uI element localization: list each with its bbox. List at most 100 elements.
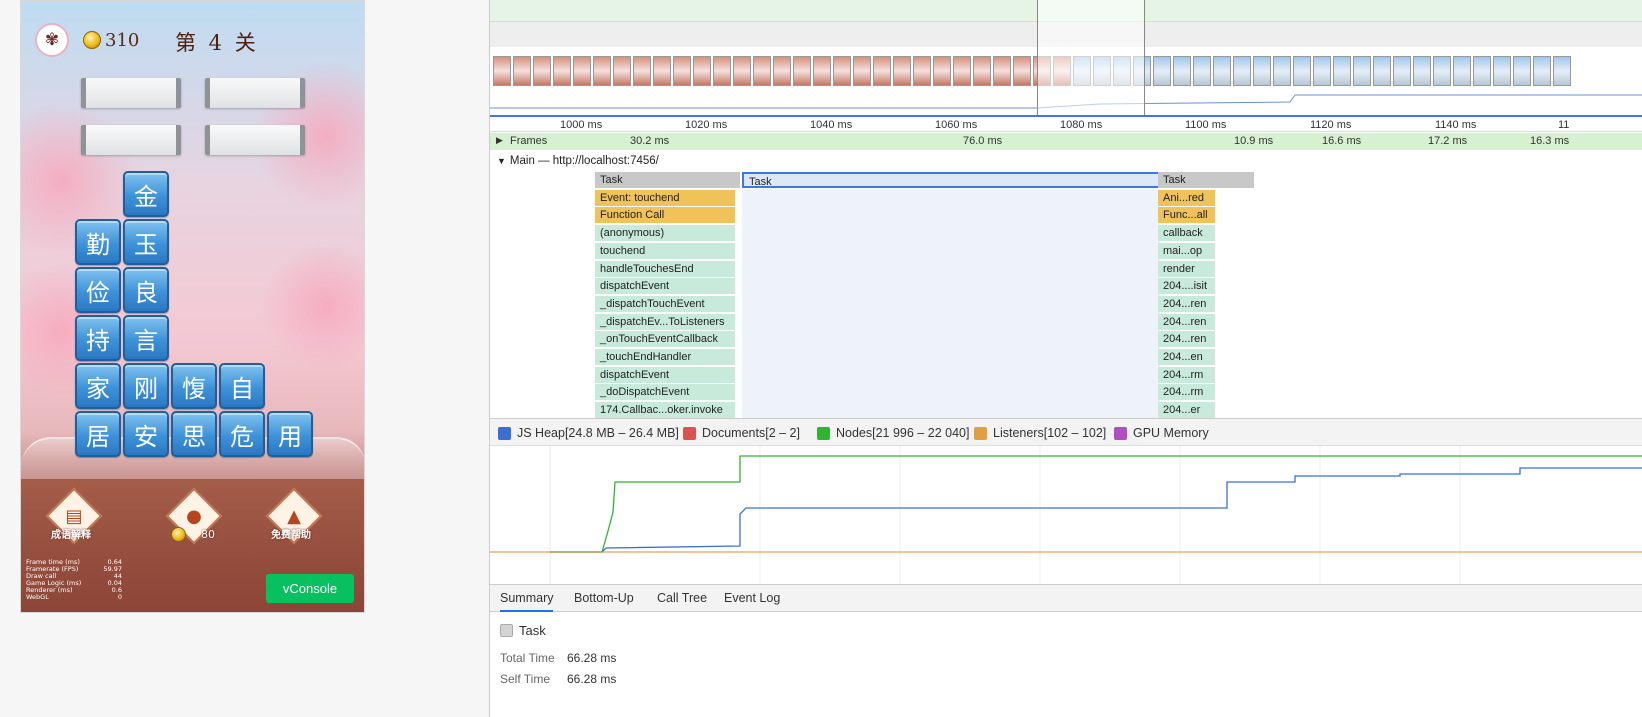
checkbox-icon[interactable] <box>498 426 511 440</box>
screenshot-thumbnail[interactable] <box>693 56 711 86</box>
selected-task[interactable]: Task <box>742 172 1160 188</box>
flame-entry[interactable]: Function Call <box>595 207 735 224</box>
word-tile[interactable]: 危 <box>219 411 265 457</box>
screenshot-thumbnail[interactable] <box>1233 56 1251 86</box>
flame-entry[interactable]: 204...er <box>1158 402 1215 419</box>
timeline-overview[interactable] <box>490 0 1642 115</box>
word-tile[interactable]: 安 <box>123 411 169 457</box>
word-tile[interactable]: 居 <box>75 411 121 457</box>
frames-track[interactable]: ▶ Frames 30.2 ms 76.0 ms 10.9 ms 16.6 ms… <box>490 133 1642 150</box>
word-tile[interactable]: 思 <box>171 411 217 457</box>
frame-time[interactable]: 76.0 ms <box>963 135 1002 147</box>
screenshot-thumbnail[interactable] <box>793 56 811 86</box>
screenshot-thumbnail[interactable] <box>593 56 611 86</box>
screenshot-thumbnail[interactable] <box>953 56 971 86</box>
screenshot-thumbnail[interactable] <box>1013 56 1031 86</box>
screenshot-thumbnail[interactable] <box>993 56 1011 86</box>
flame-entry[interactable]: 204...en <box>1158 349 1215 365</box>
word-tile[interactable]: 良 <box>123 267 169 313</box>
word-tile[interactable]: 金 <box>123 171 169 217</box>
checkbox-icon[interactable] <box>817 426 830 440</box>
flame-entry[interactable]: 204....isit <box>1158 278 1215 295</box>
screenshot-thumbnail[interactable] <box>893 56 911 86</box>
flame-entry[interactable]: 204...ren <box>1158 313 1215 330</box>
screenshot-thumbnail[interactable] <box>753 56 771 86</box>
screenshot-thumbnail[interactable] <box>1413 56 1431 86</box>
screenshot-thumbnail[interactable] <box>933 56 951 86</box>
game-canvas[interactable]: ✾ 310 第 4 关 金勤玉俭良持言家刚愎自居安思危用 ▤ 成语解释 ● 80… <box>20 0 365 613</box>
checkbox-icon[interactable] <box>1114 426 1127 440</box>
word-tile[interactable]: 言 <box>123 315 169 361</box>
screenshot-thumbnail[interactable] <box>613 56 631 86</box>
screenshot-thumbnail[interactable] <box>1433 56 1451 86</box>
screenshot-thumbnail[interactable] <box>1453 56 1471 86</box>
screenshot-thumbnail[interactable] <box>1533 56 1551 86</box>
screenshot-thumbnail[interactable] <box>1393 56 1411 86</box>
flame-entry[interactable]: Ani...red <box>1158 189 1215 206</box>
flame-entry[interactable]: Func...all <box>1158 207 1215 224</box>
main-thread-label[interactable]: ▼ Main — http://localhost:7456/ <box>497 155 659 167</box>
screenshot-thumbnail[interactable] <box>1513 56 1531 86</box>
flame-entry[interactable]: _touchEndHandler <box>595 349 735 365</box>
screenshot-thumbnail[interactable] <box>673 56 691 86</box>
flame-entry[interactable]: handleTouchesEnd <box>595 260 735 277</box>
answer-scroll[interactable] <box>81 78 181 108</box>
expand-frames-icon[interactable]: ▶ <box>496 135 503 146</box>
screenshot-thumbnail[interactable] <box>973 56 991 86</box>
flame-entry[interactable]: render <box>1158 260 1215 277</box>
screenshot-thumbnail[interactable] <box>833 56 851 86</box>
screenshot-thumbnail[interactable] <box>1173 56 1191 86</box>
frame-time[interactable]: 30.2 ms <box>630 135 669 147</box>
screenshot-thumbnail[interactable] <box>1213 56 1231 86</box>
screenshot-thumbnail[interactable] <box>1353 56 1371 86</box>
flame-entry[interactable]: 204...ren <box>1158 331 1215 348</box>
frame-time[interactable]: 16.6 ms <box>1322 135 1361 147</box>
screenshot-thumbnail[interactable] <box>853 56 871 86</box>
flame-entry[interactable]: callback <box>1158 225 1215 242</box>
flame-entry[interactable]: 204...ren <box>1158 295 1215 312</box>
screenshot-thumbnail[interactable] <box>1153 56 1171 86</box>
screenshot-thumbnail[interactable] <box>1333 56 1351 86</box>
screenshot-thumbnail[interactable] <box>733 56 751 86</box>
screenshot-thumbnail[interactable] <box>653 56 671 86</box>
word-tile[interactable]: 俭 <box>75 267 121 313</box>
screenshot-thumbnail[interactable] <box>1253 56 1271 86</box>
checkbox-icon[interactable] <box>974 426 987 440</box>
screenshot-thumbnail[interactable] <box>913 56 931 86</box>
screenshot-thumbnail[interactable] <box>533 56 551 86</box>
flame-entry[interactable]: _doDispatchEvent <box>595 384 735 401</box>
frame-time[interactable]: 10.9 ms <box>1234 135 1273 147</box>
screenshot-thumbnail[interactable] <box>1293 56 1311 86</box>
word-tile[interactable]: 家 <box>75 363 121 409</box>
word-tile[interactable]: 玉 <box>123 219 169 265</box>
word-tile[interactable]: 愎 <box>171 363 217 409</box>
frame-time[interactable]: 17.2 ms <box>1428 135 1467 147</box>
frame-time[interactable]: 16.3 ms <box>1530 135 1569 147</box>
memory-counter-toggle[interactable]: Documents[2 – 2] <box>683 426 800 440</box>
memory-counter-toggle[interactable]: GPU Memory <box>1114 426 1209 440</box>
screenshot-thumbnail[interactable] <box>1473 56 1491 86</box>
flame-entry[interactable]: dispatchEvent <box>595 366 735 383</box>
details-tab[interactable]: Call Tree <box>657 591 707 605</box>
screenshot-thumbnail[interactable] <box>1273 56 1291 86</box>
screenshot-thumbnail[interactable] <box>1373 56 1391 86</box>
screenshot-thumbnail[interactable] <box>573 56 591 86</box>
flame-entry[interactable]: _onTouchEventCallback <box>595 331 735 348</box>
checkbox-icon[interactable] <box>683 426 696 440</box>
screenshot-thumbnail[interactable] <box>773 56 791 86</box>
word-tile[interactable]: 自 <box>219 363 265 409</box>
screenshot-thumbnail[interactable] <box>1313 56 1331 86</box>
memory-counter-toggle[interactable]: JS Heap[24.8 MB – 26.4 MB] <box>498 426 679 440</box>
flame-entry[interactable]: dispatchEvent <box>595 278 735 295</box>
screenshot-thumbnail[interactable] <box>1193 56 1211 86</box>
answer-scroll[interactable] <box>81 125 181 155</box>
collapse-main-icon[interactable]: ▼ <box>497 156 506 166</box>
word-tile[interactable]: 持 <box>75 315 121 361</box>
screenshot-thumbnail[interactable] <box>813 56 831 86</box>
answer-scroll[interactable] <box>205 125 305 155</box>
flame-entry[interactable]: (anonymous) <box>595 225 735 242</box>
screenshot-thumbnail[interactable] <box>1493 56 1511 86</box>
vconsole-button[interactable]: vConsole <box>266 574 354 603</box>
memory-counter-toggle[interactable]: Listeners[102 – 102] <box>974 426 1106 440</box>
flame-entry[interactable]: mai...op <box>1158 242 1215 259</box>
